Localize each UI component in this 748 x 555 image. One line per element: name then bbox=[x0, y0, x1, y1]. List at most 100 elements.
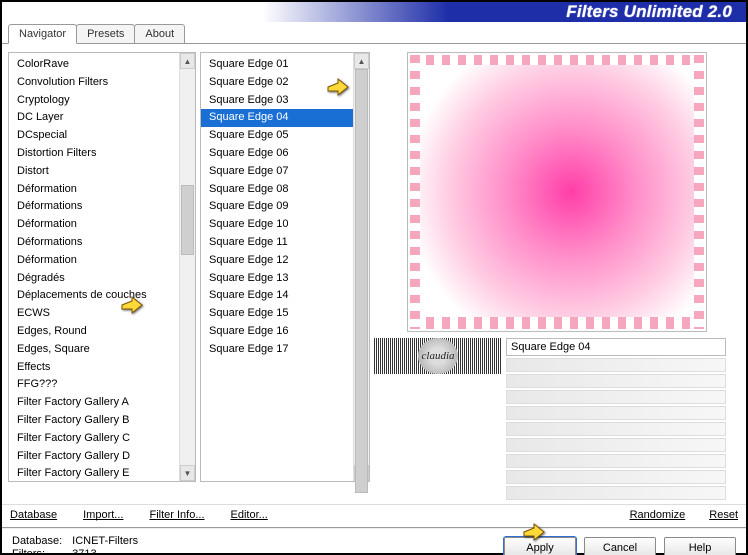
filter-item[interactable]: Square Edge 05 bbox=[201, 127, 353, 145]
under-preview: claudia Square Edge 04 bbox=[374, 338, 726, 500]
filter-item[interactable]: Square Edge 07 bbox=[201, 163, 353, 181]
filter-item[interactable]: Square Edge 06 bbox=[201, 145, 353, 163]
category-scrollbar[interactable]: ▲ ▼ bbox=[179, 53, 195, 481]
category-item[interactable]: DCspecial bbox=[9, 127, 179, 145]
tab-presets[interactable]: Presets bbox=[76, 24, 135, 44]
category-item[interactable]: ECWS bbox=[9, 305, 179, 323]
filter-info-button[interactable]: Filter Info... bbox=[149, 507, 204, 523]
import-button[interactable]: Import... bbox=[83, 507, 123, 523]
app-title: Filters Unlimited 2.0 bbox=[566, 2, 732, 22]
filter-item[interactable]: Square Edge 16 bbox=[201, 323, 353, 341]
reset-button[interactable]: Reset bbox=[709, 507, 738, 523]
apply-button[interactable]: Apply bbox=[504, 537, 576, 555]
scroll-up-button[interactable]: ▲ bbox=[180, 53, 195, 69]
tabs: NavigatorPresetsAbout bbox=[8, 24, 746, 44]
filter-item[interactable]: Square Edge 14 bbox=[201, 287, 353, 305]
edge-right bbox=[694, 55, 704, 329]
params-panel: Square Edge 04 bbox=[506, 338, 726, 500]
category-item[interactable]: FFG??? bbox=[9, 376, 179, 394]
category-item[interactable]: Déformation bbox=[9, 181, 179, 199]
bottom-bar: Database: ICNET-Filters Filters: 3713 Ap… bbox=[2, 529, 746, 555]
dialog-window: Filters Unlimited 2.0 NavigatorPresetsAb… bbox=[0, 0, 748, 555]
scroll-thumb[interactable] bbox=[181, 185, 194, 255]
category-item[interactable]: Distort bbox=[9, 163, 179, 181]
titlebar: Filters Unlimited 2.0 bbox=[2, 2, 746, 22]
edge-bottom bbox=[410, 317, 704, 329]
filter-item[interactable]: Square Edge 12 bbox=[201, 252, 353, 270]
category-item[interactable]: Déplacements de couches bbox=[9, 287, 179, 305]
dialog-buttons: Apply Cancel Help bbox=[504, 537, 736, 555]
category-item[interactable]: Effects bbox=[9, 359, 179, 377]
category-item[interactable]: Convolution Filters bbox=[9, 74, 179, 92]
filters-label: Filters: bbox=[12, 548, 62, 555]
filter-item[interactable]: Square Edge 04 bbox=[201, 109, 353, 127]
scroll-thumb[interactable] bbox=[355, 69, 368, 493]
filter-item[interactable]: Square Edge 15 bbox=[201, 305, 353, 323]
category-item[interactable]: Edges, Round bbox=[9, 323, 179, 341]
filter-item[interactable]: Square Edge 13 bbox=[201, 270, 353, 288]
filters-value: 3713 bbox=[72, 548, 138, 555]
category-item[interactable]: Cryptology bbox=[9, 92, 179, 110]
scroll-up-button[interactable]: ▲ bbox=[354, 53, 369, 69]
param-slider[interactable] bbox=[506, 438, 726, 452]
scroll-track[interactable] bbox=[354, 69, 369, 465]
filter-item[interactable]: Square Edge 09 bbox=[201, 198, 353, 216]
param-slider[interactable] bbox=[506, 422, 726, 436]
filter-scrollbar[interactable]: ▲ ▼ bbox=[353, 53, 369, 481]
right-pane: claudia Square Edge 04 bbox=[374, 52, 740, 500]
category-item[interactable]: Déformation bbox=[9, 252, 179, 270]
category-item[interactable]: Déformations bbox=[9, 234, 179, 252]
category-item[interactable]: Déformations bbox=[9, 198, 179, 216]
category-item[interactable]: Dégradés bbox=[9, 270, 179, 288]
filter-item[interactable]: Square Edge 03 bbox=[201, 92, 353, 110]
preview-canvas bbox=[407, 52, 707, 332]
param-slider[interactable] bbox=[506, 486, 726, 500]
category-item[interactable]: Filter Factory Gallery B bbox=[9, 412, 179, 430]
tab-about[interactable]: About bbox=[134, 24, 185, 44]
category-item[interactable]: DC Layer bbox=[9, 109, 179, 127]
param-slider[interactable] bbox=[506, 470, 726, 484]
param-slider[interactable] bbox=[506, 406, 726, 420]
editor-button[interactable]: Editor... bbox=[231, 507, 268, 523]
category-item[interactable]: Filter Factory Gallery D bbox=[9, 448, 179, 466]
command-row: Database Import... Filter Info... Editor… bbox=[2, 504, 746, 529]
db-value: ICNET-Filters bbox=[72, 535, 138, 547]
filter-list[interactable]: Square Edge 01Square Edge 02Square Edge … bbox=[201, 53, 353, 481]
category-item[interactable]: Filter Factory Gallery C bbox=[9, 430, 179, 448]
filter-name-field: Square Edge 04 bbox=[506, 338, 726, 356]
param-slider[interactable] bbox=[506, 358, 726, 372]
filter-item[interactable]: Square Edge 17 bbox=[201, 341, 353, 359]
watermark: claudia bbox=[374, 338, 502, 374]
preview-gradient bbox=[414, 59, 700, 325]
tab-navigator[interactable]: Navigator bbox=[8, 24, 77, 44]
category-list[interactable]: ColorRaveConvolution FiltersCryptologyDC… bbox=[9, 53, 179, 481]
category-item[interactable]: Filter Factory Gallery A bbox=[9, 394, 179, 412]
db-info: Database: ICNET-Filters Filters: 3713 bbox=[12, 535, 138, 555]
help-button[interactable]: Help bbox=[664, 537, 736, 555]
main-area: ColorRaveConvolution FiltersCryptologyDC… bbox=[2, 44, 746, 500]
category-item[interactable]: Filter Factory Gallery E bbox=[9, 465, 179, 481]
database-button[interactable]: Database bbox=[10, 507, 57, 523]
edge-left bbox=[410, 55, 420, 329]
edge-top bbox=[410, 55, 704, 65]
param-slider[interactable] bbox=[506, 374, 726, 388]
scroll-track[interactable] bbox=[180, 69, 195, 465]
category-item[interactable]: Distortion Filters bbox=[9, 145, 179, 163]
category-item[interactable]: ColorRave bbox=[9, 56, 179, 74]
category-item[interactable]: Déformation bbox=[9, 216, 179, 234]
filter-item[interactable]: Square Edge 08 bbox=[201, 181, 353, 199]
filter-item[interactable]: Square Edge 02 bbox=[201, 74, 353, 92]
filter-item[interactable]: Square Edge 11 bbox=[201, 234, 353, 252]
category-item[interactable]: Edges, Square bbox=[9, 341, 179, 359]
category-listbox: ColorRaveConvolution FiltersCryptologyDC… bbox=[8, 52, 196, 482]
filter-item[interactable]: Square Edge 01 bbox=[201, 56, 353, 74]
param-slider[interactable] bbox=[506, 454, 726, 468]
watermark-label: claudia bbox=[422, 350, 455, 362]
scroll-down-button[interactable]: ▼ bbox=[180, 465, 195, 481]
filter-item[interactable]: Square Edge 10 bbox=[201, 216, 353, 234]
filter-listbox: Square Edge 01Square Edge 02Square Edge … bbox=[200, 52, 370, 482]
cancel-button[interactable]: Cancel bbox=[584, 537, 656, 555]
db-label: Database: bbox=[12, 535, 62, 547]
param-slider[interactable] bbox=[506, 390, 726, 404]
randomize-button[interactable]: Randomize bbox=[630, 507, 686, 523]
